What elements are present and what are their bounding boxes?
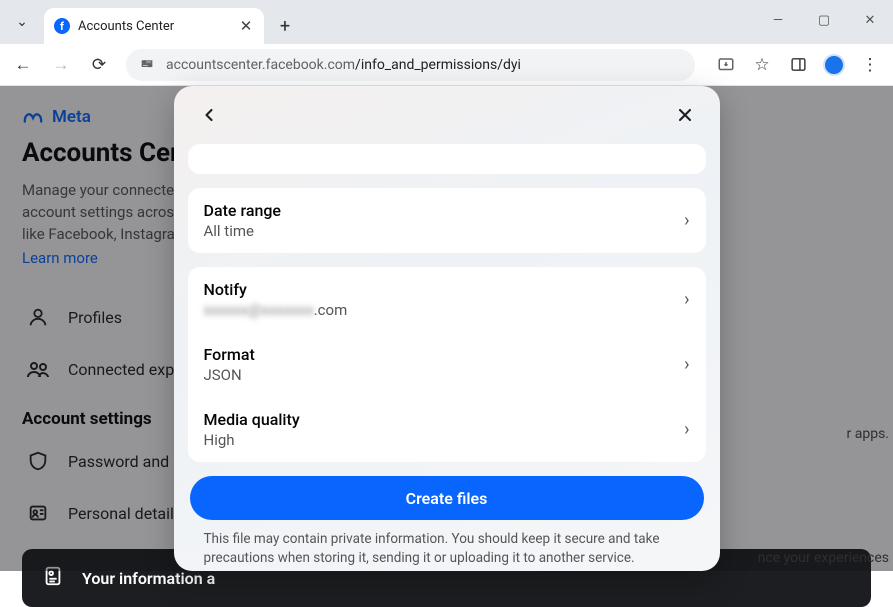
close-window-button[interactable]: ✕ [847, 0, 893, 40]
modal-body: Date range All time › Notify xxxxxx@xxxx… [174, 144, 720, 571]
date-range-row[interactable]: Date range All time › [188, 188, 706, 253]
site-settings-icon[interactable] [138, 56, 156, 74]
minimize-button[interactable]: — [755, 0, 801, 40]
date-range-card: Date range All time › [188, 188, 706, 253]
bookmark-icon[interactable]: ☆ [745, 48, 779, 82]
url-text: accountscenter.facebook.com/info_and_per… [166, 57, 521, 73]
row-label: Notify [204, 280, 348, 299]
address-bar[interactable]: accountscenter.facebook.com/info_and_per… [126, 49, 695, 81]
close-icon [675, 105, 695, 125]
card-top-spacer [188, 144, 706, 174]
button-label: Create files [406, 489, 488, 508]
close-tab-button[interactable]: ✕ [238, 18, 254, 34]
row-label: Format [204, 345, 255, 364]
chevron-down-icon: ⌄ [16, 14, 28, 30]
create-files-button[interactable]: Create files [190, 476, 704, 520]
window-controls: — ▢ ✕ [755, 0, 893, 40]
profile-button[interactable] [817, 48, 851, 82]
row-value: All time [204, 222, 282, 240]
browser-tab[interactable]: f Accounts Center ✕ [44, 8, 264, 44]
row-value: xxxxxx@xxxxxxx.com [204, 301, 348, 319]
tab-title: Accounts Center [78, 19, 230, 34]
install-app-icon[interactable] [709, 48, 743, 82]
row-value: High [204, 431, 300, 449]
chevron-right-icon: › [684, 210, 689, 231]
reload-button[interactable]: ⟳ [82, 48, 116, 82]
info-card-label: Your information a [82, 569, 215, 588]
format-row[interactable]: Format JSON › [188, 332, 706, 397]
back-button[interactable] [192, 98, 226, 132]
close-button[interactable] [668, 98, 702, 132]
row-label: Date range [204, 201, 282, 220]
row-value: JSON [204, 366, 255, 384]
facebook-favicon-icon: f [54, 18, 70, 34]
notify-row[interactable]: Notify xxxxxx@xxxxxxx.com › [188, 267, 706, 332]
options-card: Notify xxxxxx@xxxxxxx.com › Format JSON … [188, 267, 706, 462]
row-label: Media quality [204, 410, 300, 429]
forward-button[interactable]: → [44, 48, 78, 82]
download-info-modal: Date range All time › Notify xxxxxx@xxxx… [174, 86, 720, 571]
media-quality-row[interactable]: Media quality High › [188, 397, 706, 462]
browser-titlebar: ⌄ f Accounts Center ✕ + — ▢ ✕ [0, 0, 893, 44]
new-tab-button[interactable]: + [270, 11, 300, 41]
chevron-right-icon: › [684, 354, 689, 375]
kebab-menu-button[interactable]: ⋮ [853, 48, 887, 82]
chevron-right-icon: › [684, 289, 689, 310]
disclaimer-text: This file may contain private informatio… [188, 530, 706, 571]
chevron-left-icon [199, 105, 219, 125]
sidepanel-icon[interactable] [781, 48, 815, 82]
browser-toolbar: ← → ⟳ accountscenter.facebook.com/info_a… [0, 44, 893, 86]
modal-header [174, 86, 720, 144]
chevron-right-icon: › [684, 419, 689, 440]
tab-search-button[interactable]: ⌄ [0, 0, 44, 44]
back-button[interactable]: ← [6, 48, 40, 82]
maximize-button[interactable]: ▢ [801, 0, 847, 40]
avatar-icon [823, 54, 845, 76]
